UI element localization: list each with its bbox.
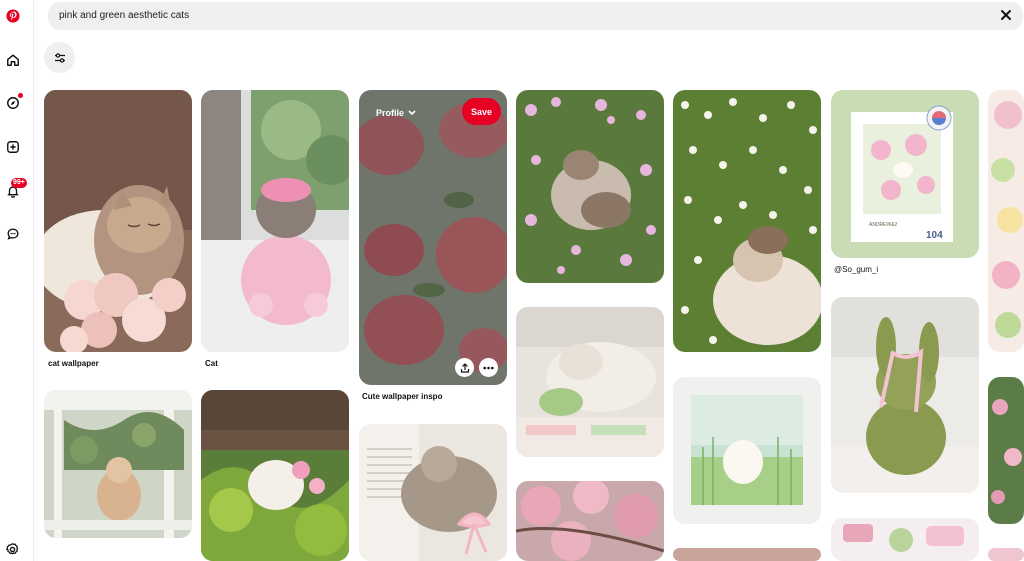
save-button[interactable]: Save	[462, 98, 501, 125]
pin-image-garden[interactable]	[988, 377, 1024, 524]
explore-badge-dot	[18, 93, 23, 98]
stamp-number: 104	[926, 230, 943, 241]
pin-image-cat-roses[interactable]	[44, 90, 192, 352]
board-profile-dropdown[interactable]: Profile	[376, 108, 416, 118]
pin-image-sticker-collage[interactable]	[988, 90, 1024, 352]
sliders-icon	[54, 52, 65, 63]
pin-caption[interactable]: cat wallpaper	[48, 359, 99, 368]
stamp-small-text: ANDREW&2	[869, 222, 898, 228]
messages-chat-icon[interactable]	[5, 226, 21, 242]
pin-image-green-bunny-plush[interactable]	[831, 297, 979, 493]
pin-image-cat-book-bow[interactable]	[359, 424, 507, 561]
more-options-button[interactable]	[479, 358, 498, 377]
home-icon[interactable]	[5, 52, 21, 68]
settings-gear-icon[interactable]	[5, 542, 20, 557]
pin-image-cat-leaves[interactable]	[201, 390, 349, 561]
pin-image-pink-blossoms[interactable]	[516, 481, 664, 561]
pin-image-stamp-illustration[interactable]: 104 ANDREW&2	[831, 90, 979, 258]
pin-image-cat-flowers-grass[interactable]	[516, 90, 664, 283]
explore-compass-icon[interactable]	[5, 93, 23, 111]
pin-image-cat-meadow-painting[interactable]	[673, 377, 821, 524]
left-nav-rail: 99+	[0, 0, 34, 561]
pinterest-logo-icon[interactable]	[5, 8, 21, 24]
ellipsis-icon	[483, 366, 494, 369]
notifications-count-badge: 99+	[11, 178, 27, 188]
pin-image-partial-right[interactable]	[988, 548, 1024, 561]
pin-image-flower-painting[interactable]: Profile Save	[359, 90, 507, 385]
pin-caption[interactable]: Cat	[205, 359, 218, 368]
filter-button[interactable]	[44, 42, 75, 73]
profile-dropdown-label: Profile	[376, 108, 405, 118]
share-button[interactable]	[455, 358, 474, 377]
pin-image-cat-sleeping-mug[interactable]	[516, 307, 664, 457]
pin-image-stickers[interactable]	[831, 518, 979, 561]
pin-caption[interactable]: @So_gum_i	[834, 265, 878, 274]
search-bar[interactable]: pink and green aesthetic cats	[48, 2, 1023, 30]
create-plus-icon[interactable]	[5, 139, 21, 155]
search-input[interactable]: pink and green aesthetic cats	[59, 10, 189, 21]
pin-caption[interactable]: Cute wallpaper inspo	[362, 392, 442, 401]
notifications-bell-icon[interactable]: 99+	[5, 178, 27, 199]
share-upload-icon	[460, 362, 469, 373]
pin-image-partial[interactable]	[673, 548, 821, 561]
pin-image-cat-pink-dress[interactable]	[201, 90, 349, 352]
clear-search-icon[interactable]	[999, 8, 1013, 22]
pin-image-cat-window[interactable]	[44, 390, 192, 538]
chevron-down-icon	[408, 110, 416, 116]
pin-image-cat-daisies[interactable]	[673, 90, 821, 352]
